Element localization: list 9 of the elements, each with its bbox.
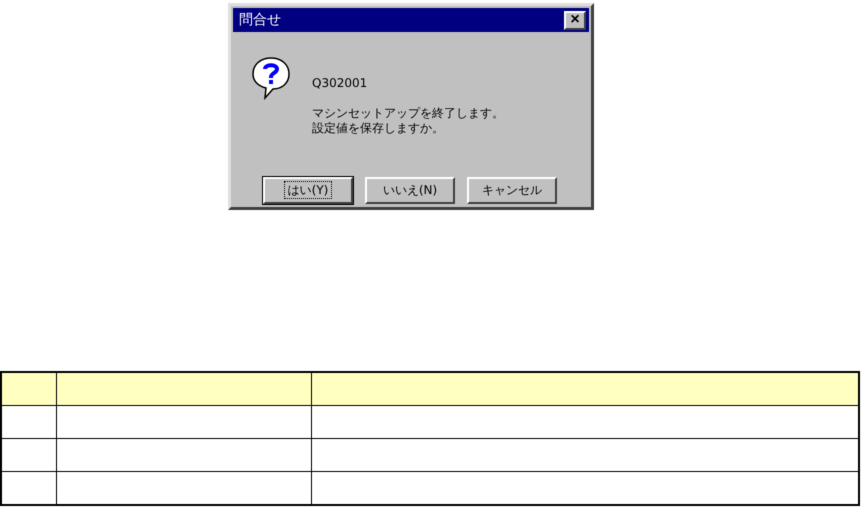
- message-code: Q302001: [312, 76, 368, 90]
- dialog-button[interactable]: はい(Y): [263, 177, 353, 204]
- dialog-button[interactable]: キャンセル: [467, 177, 557, 204]
- dialog-button[interactable]: いいえ(N): [365, 177, 455, 204]
- question-bubble-icon: [251, 56, 291, 100]
- message-text: 設定値を保存しますか。: [312, 121, 445, 136]
- message-text: マシンセットアップを終了します。: [312, 106, 504, 121]
- close-button[interactable]: ×: [564, 10, 586, 30]
- window-title: 問合せ: [239, 11, 281, 29]
